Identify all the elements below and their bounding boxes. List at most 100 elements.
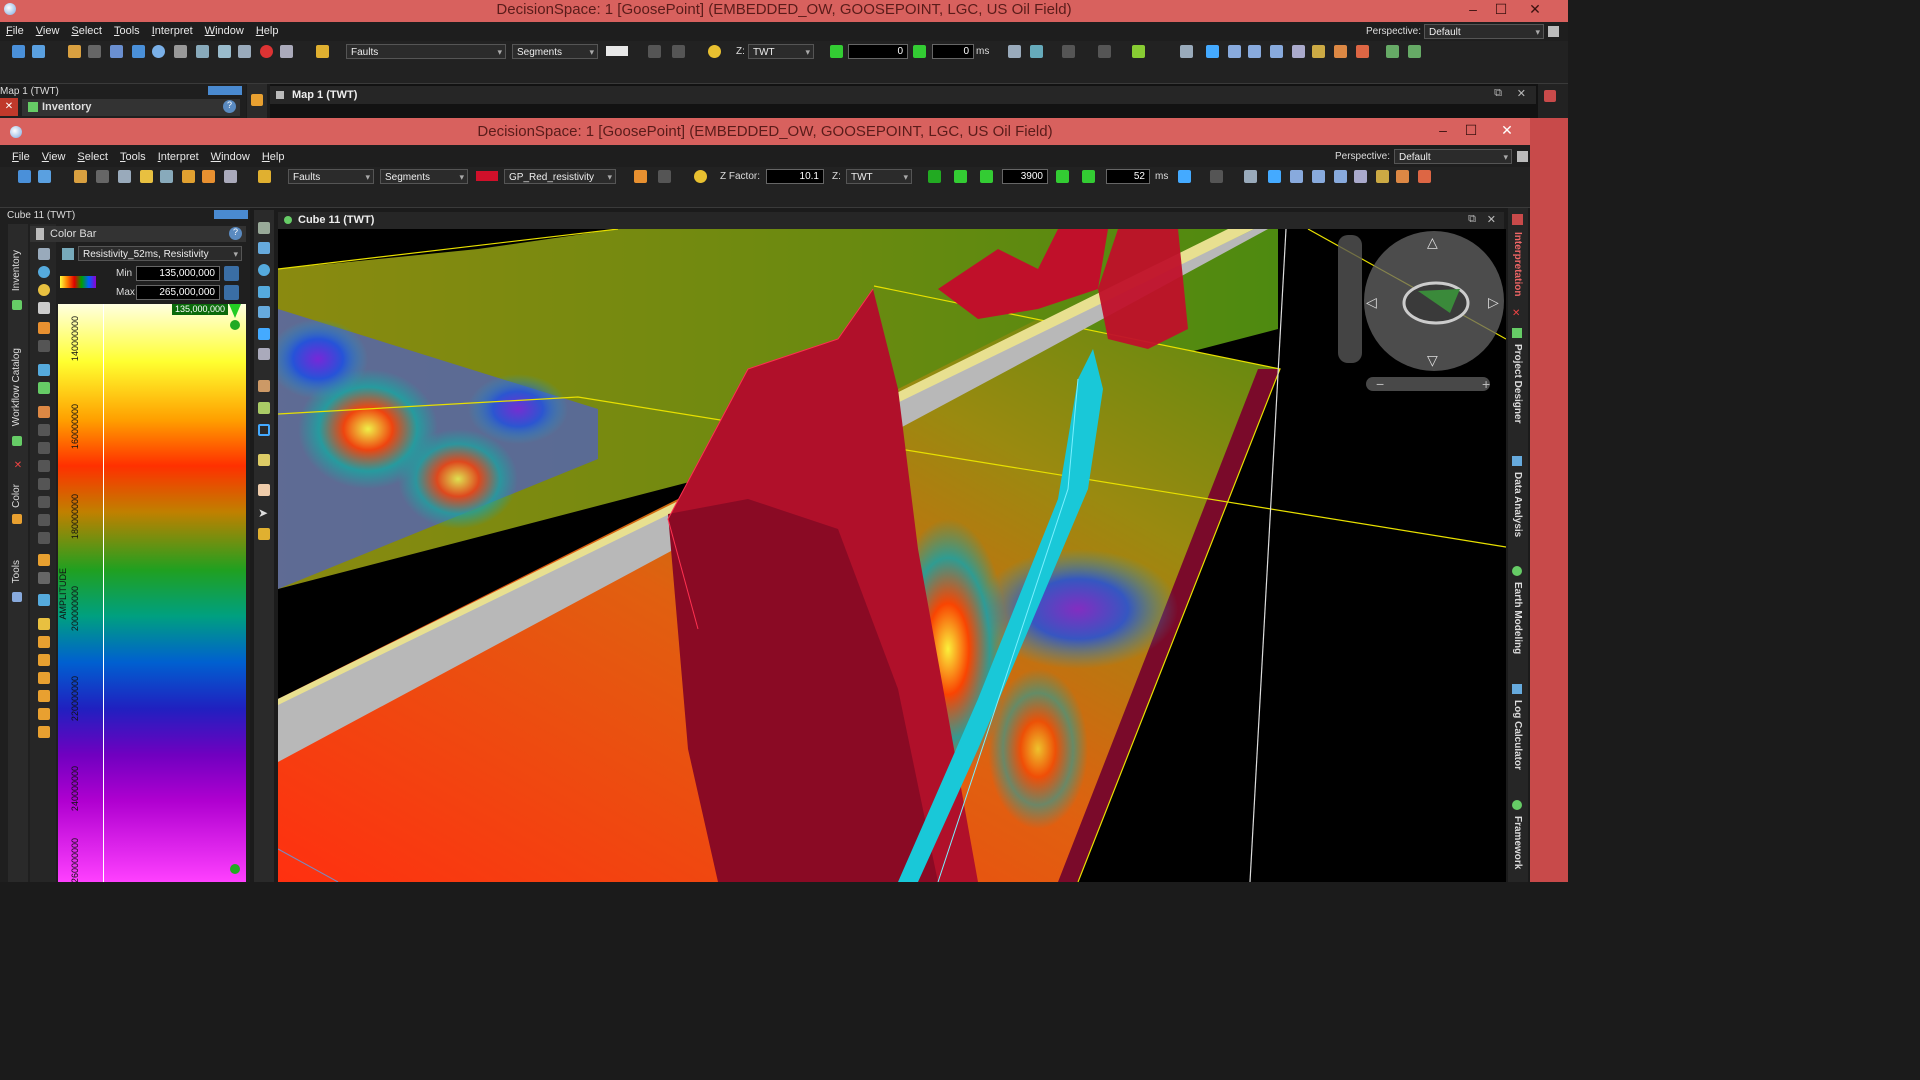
save-icon[interactable] bbox=[74, 170, 87, 183]
interpretation-tab-icon[interactable] bbox=[1512, 214, 1523, 225]
mode-select[interactable]: Segments bbox=[512, 44, 598, 60]
image2-icon[interactable] bbox=[1396, 170, 1409, 183]
menu-help[interactable]: Help bbox=[250, 25, 285, 37]
color-swatch[interactable] bbox=[606, 46, 628, 56]
layer-type-select[interactable]: Faults bbox=[346, 44, 506, 60]
curve1-icon[interactable] bbox=[38, 478, 50, 490]
image3-icon[interactable] bbox=[1418, 170, 1431, 183]
tab-data-analysis[interactable]: Data Analysis bbox=[1512, 472, 1523, 537]
tab-float-icon[interactable]: ⧉ bbox=[1494, 87, 1502, 100]
grab-icon[interactable] bbox=[251, 94, 263, 106]
fill-icon[interactable] bbox=[38, 442, 50, 454]
bucket-icon[interactable] bbox=[38, 554, 50, 566]
log-icon[interactable] bbox=[1290, 170, 1303, 183]
right-tab-icon[interactable] bbox=[1544, 90, 1556, 102]
menu-view[interactable]: View bbox=[36, 151, 72, 163]
redo-icon[interactable] bbox=[672, 45, 685, 58]
play-back-icon[interactable] bbox=[954, 170, 967, 183]
step-forward-icon[interactable] bbox=[913, 45, 926, 58]
sun-icon[interactable] bbox=[708, 45, 721, 58]
bottom-marker-icon[interactable] bbox=[230, 864, 240, 874]
gray-icon[interactable] bbox=[38, 572, 50, 584]
pause-icon[interactable] bbox=[1210, 170, 1223, 183]
tab-log-calculator[interactable]: Log Calculator bbox=[1512, 700, 1523, 770]
redo-icon[interactable] bbox=[658, 170, 671, 183]
open-icon[interactable] bbox=[32, 45, 45, 58]
sun-icon[interactable] bbox=[694, 170, 707, 183]
help-icon[interactable]: ? bbox=[223, 100, 236, 113]
attribute-select[interactable]: Resistivity_52ms, Resistivity bbox=[78, 246, 242, 262]
camera-icon[interactable] bbox=[1008, 45, 1021, 58]
light-icon[interactable] bbox=[140, 170, 153, 183]
layer-icon[interactable] bbox=[258, 402, 270, 414]
step-forward-icon[interactable] bbox=[1056, 170, 1069, 183]
perspective-select[interactable]: Default bbox=[1424, 24, 1544, 40]
undo-icon[interactable] bbox=[38, 322, 50, 334]
dots-icon[interactable] bbox=[1292, 45, 1305, 58]
close-icon[interactable]: ✕ bbox=[1520, 0, 1550, 20]
transfer-icon[interactable] bbox=[160, 170, 173, 183]
list-icon[interactable] bbox=[1334, 170, 1347, 183]
z-domain-select[interactable]: TWT bbox=[846, 169, 912, 185]
gradient7-icon[interactable] bbox=[38, 726, 50, 738]
gradient5-icon[interactable] bbox=[38, 690, 50, 702]
plus-axis-icon[interactable] bbox=[1408, 45, 1421, 58]
tab-project-designer[interactable]: Project Designer bbox=[1512, 344, 1523, 423]
tab-interpretation[interactable]: Interpretation bbox=[1512, 232, 1523, 296]
palette-icon[interactable] bbox=[38, 284, 50, 296]
copy-icon[interactable] bbox=[88, 45, 101, 58]
bookmark2-icon[interactable] bbox=[1098, 45, 1111, 58]
save-icon[interactable] bbox=[68, 45, 81, 58]
view-icon-1[interactable] bbox=[258, 222, 270, 234]
z-domain-select[interactable]: TWT bbox=[748, 44, 814, 60]
menu-window[interactable]: Window bbox=[199, 25, 250, 37]
open-icon[interactable] bbox=[38, 170, 51, 183]
tool-icon[interactable] bbox=[110, 45, 123, 58]
pencil-icon[interactable] bbox=[258, 170, 271, 183]
marker-handle-icon[interactable] bbox=[229, 304, 241, 318]
list-icon[interactable] bbox=[1270, 45, 1283, 58]
menu-file[interactable]: File bbox=[0, 25, 30, 37]
add-marker-icon[interactable] bbox=[230, 320, 240, 330]
gradient4-icon[interactable] bbox=[38, 672, 50, 684]
max-input[interactable]: 265,000,000 bbox=[136, 285, 220, 300]
monitor-icon[interactable] bbox=[224, 170, 237, 183]
camera-icon[interactable] bbox=[1178, 170, 1191, 183]
arrows-icon[interactable] bbox=[182, 170, 195, 183]
menu-tools[interactable]: Tools bbox=[108, 25, 146, 37]
nav-left-icon[interactable]: ◁ bbox=[1366, 294, 1377, 310]
first-icon[interactable] bbox=[928, 170, 941, 183]
tab-inventory[interactable]: Inventory bbox=[11, 250, 22, 291]
tab-framework[interactable]: Framework bbox=[1512, 816, 1523, 869]
viewport-close-icon[interactable]: ✕ bbox=[1487, 213, 1496, 226]
background-window-titlebar[interactable]: DecisionSpace: 1 [GoosePoint] (EMBEDDED_… bbox=[0, 0, 1568, 22]
pan-icon[interactable] bbox=[258, 286, 270, 298]
rotate-icon[interactable] bbox=[258, 264, 270, 276]
gradient2-icon[interactable] bbox=[38, 636, 50, 648]
flag-icon[interactable] bbox=[38, 424, 50, 436]
min-reset-icon[interactable] bbox=[224, 266, 239, 281]
colorbar-thumbnail[interactable] bbox=[60, 276, 96, 288]
undo-icon[interactable] bbox=[634, 170, 647, 183]
slice-input[interactable]: 3900 bbox=[1002, 169, 1048, 184]
nav-up-icon[interactable]: △ bbox=[1427, 234, 1438, 250]
perspective-select[interactable]: Default bbox=[1394, 149, 1512, 165]
gradient1-icon[interactable] bbox=[38, 618, 50, 630]
nav-down-icon[interactable]: ▽ bbox=[1427, 352, 1438, 368]
copy-icon[interactable] bbox=[96, 170, 109, 183]
pointer-icon[interactable] bbox=[38, 406, 50, 418]
export-icon[interactable] bbox=[238, 45, 251, 58]
box-icon[interactable] bbox=[202, 170, 215, 183]
layer-type-select[interactable]: Faults bbox=[288, 169, 374, 185]
record-icon[interactable] bbox=[260, 45, 273, 58]
minimize-icon[interactable]: – bbox=[1458, 0, 1488, 20]
time-input[interactable]: 52 bbox=[1106, 169, 1150, 184]
grid-icon[interactable] bbox=[196, 45, 209, 58]
pencil-icon[interactable] bbox=[316, 45, 329, 58]
viewport-tab[interactable]: Cube 11 (TWT) ⧉ ✕ bbox=[278, 212, 1504, 229]
refresh-icon[interactable] bbox=[38, 266, 50, 278]
z-factor-input[interactable]: 10.1 bbox=[766, 169, 824, 184]
image2-icon[interactable] bbox=[1334, 45, 1347, 58]
step-back-icon[interactable] bbox=[980, 170, 993, 183]
bookmark-icon[interactable] bbox=[1062, 45, 1075, 58]
